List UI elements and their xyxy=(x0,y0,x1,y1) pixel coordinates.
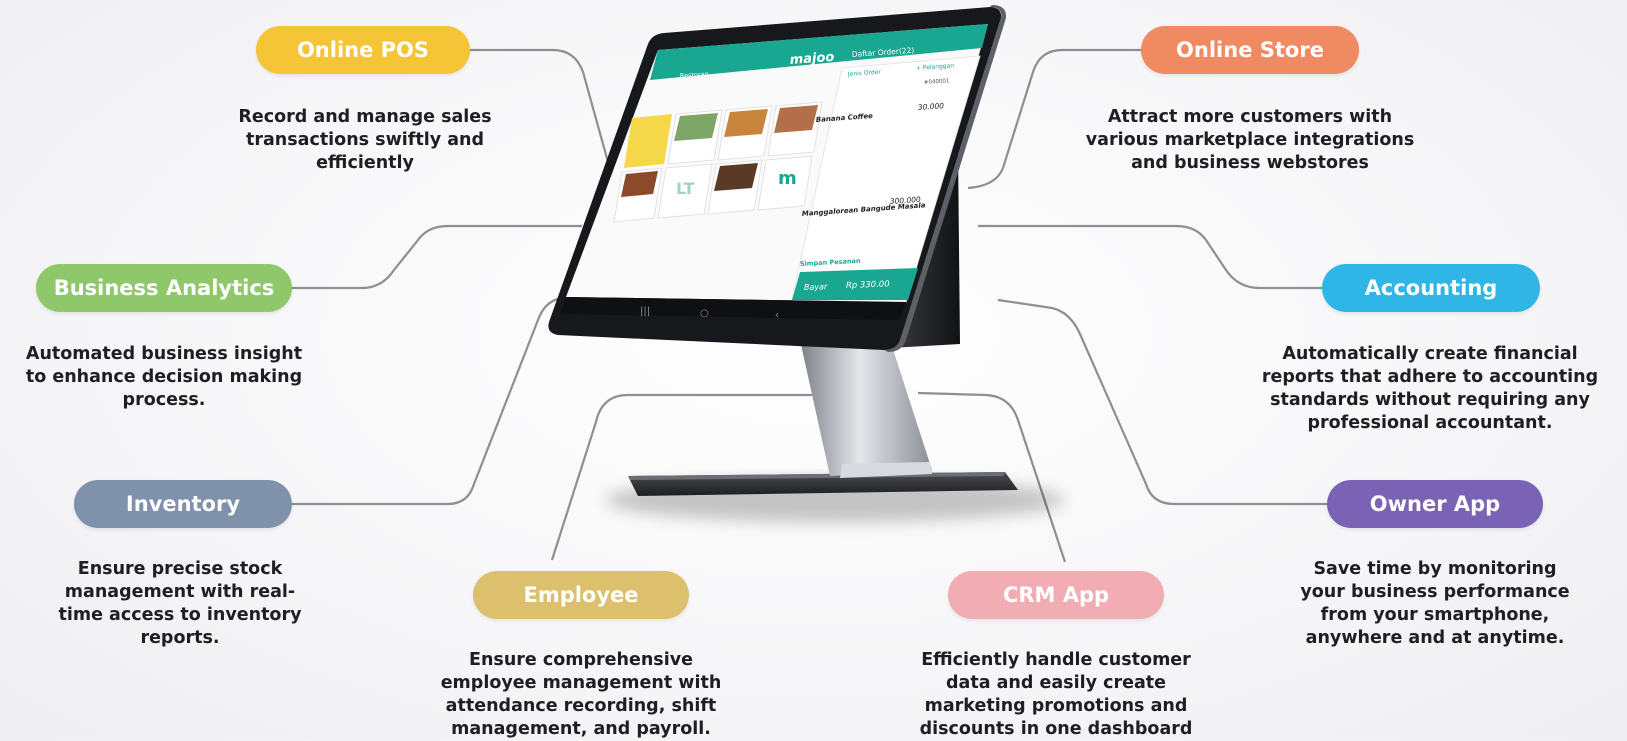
description-online-store: Attract more customers with various mark… xyxy=(1085,107,1415,173)
pill-inventory: Inventory xyxy=(74,480,292,528)
screen-brand: majoo xyxy=(789,50,835,68)
order-total: Rp 330.00 xyxy=(846,279,890,291)
description-inventory: Ensure precise stock management with rea… xyxy=(58,559,302,648)
product-photo xyxy=(674,113,718,141)
stand-neck xyxy=(800,340,932,476)
pill-online-store: Online Store xyxy=(1141,26,1359,74)
product-initials: LT xyxy=(676,179,695,198)
pill-business-analytics: Business Analytics xyxy=(36,264,292,312)
pill-accounting: Accounting xyxy=(1322,264,1540,312)
pill-owner-app: Owner App xyxy=(1327,480,1543,528)
description-business-analytics: Automated business insight to enhance de… xyxy=(25,344,303,410)
description-crm-app: Efficiently handle customer data and eas… xyxy=(919,650,1193,739)
order-item-price: 30.000 xyxy=(918,101,945,112)
description-accounting: Automatically create financial reports t… xyxy=(1261,344,1599,433)
pill-online-pos: Online POS xyxy=(256,26,470,74)
product-photo xyxy=(724,109,768,137)
description-owner-app: Save time by monitoring your business pe… xyxy=(1300,559,1570,648)
connector-business-analytics xyxy=(292,224,582,290)
product-photo xyxy=(621,171,658,197)
pill-employee: Employee xyxy=(473,571,689,619)
pill-crm-app: CRM App xyxy=(948,571,1164,619)
nav-recent-icon[interactable]: ||| xyxy=(640,306,650,317)
connector-accounting xyxy=(978,224,1322,290)
description-online-pos: Record and manage sales transactions swi… xyxy=(238,107,492,173)
nav-back-icon[interactable]: ‹ xyxy=(775,310,779,321)
product-initials: m xyxy=(778,168,797,189)
description-employee: Ensure comprehensive employee management… xyxy=(440,650,722,739)
product-photo xyxy=(774,105,818,133)
product-photo xyxy=(714,163,758,191)
connector-inventory xyxy=(292,296,567,506)
nav-home-icon[interactable]: ○ xyxy=(700,308,709,319)
pay-button[interactable]: Bayar xyxy=(804,282,828,292)
